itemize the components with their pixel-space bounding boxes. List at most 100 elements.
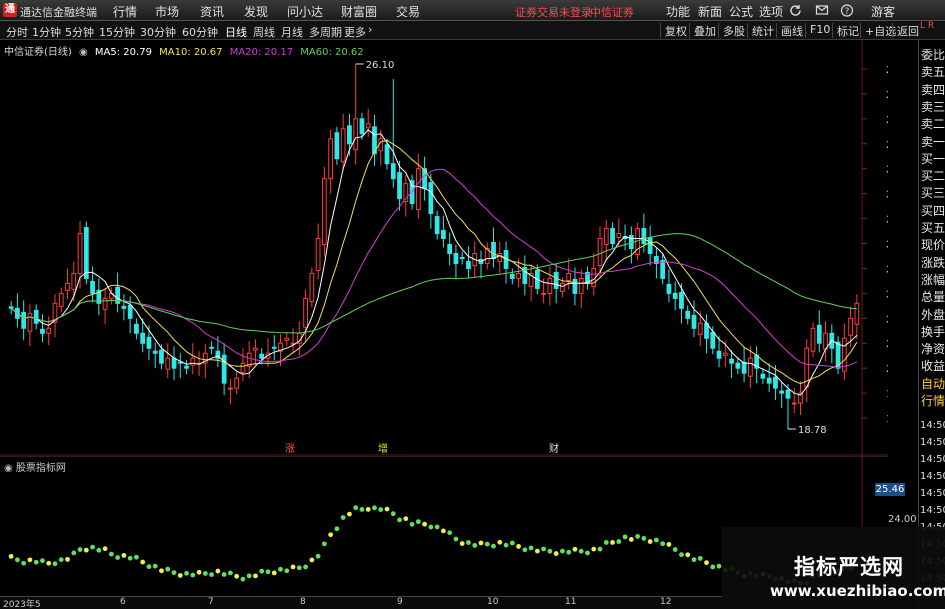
- event-mark[interactable]: 涨: [285, 443, 295, 455]
- candle-body: [171, 357, 177, 369]
- side-panel-item[interactable]: 委比: [921, 46, 945, 63]
- event-mark[interactable]: 增: [378, 442, 388, 455]
- indicator-marker: [691, 557, 697, 563]
- candle-body: [46, 327, 52, 334]
- message-icon[interactable]: [815, 4, 829, 17]
- event-mark[interactable]: 财: [549, 442, 559, 455]
- chevron-right-icon[interactable]: ›: [368, 23, 372, 36]
- menu-item-quotes[interactable]: 行情: [113, 3, 137, 20]
- candle-body: [27, 312, 33, 332]
- side-panel-item[interactable]: 自动: [921, 375, 945, 392]
- period-tab-60min[interactable]: 60分钟: [182, 24, 218, 40]
- candlestick-chart[interactable]: 26.00 25.50 25.00 24.50 24.00 23.50 23.00 22.50…: [0, 40, 888, 456]
- period-tab-5min[interactable]: 5分钟: [65, 24, 94, 40]
- menu-item-ask[interactable]: 问小达: [287, 3, 323, 20]
- side-panel-item[interactable]: 买二: [921, 167, 945, 184]
- candle-body: [340, 128, 346, 163]
- menu-item-new-page[interactable]: 新面: [698, 3, 722, 20]
- legend-toggle-icon[interactable]: ◉: [79, 47, 88, 58]
- indicator-marker: [196, 569, 202, 575]
- login-notice[interactable]: 证券交易未登录: [515, 4, 592, 20]
- side-panel-item[interactable]: 行情: [921, 392, 945, 409]
- f10-button[interactable]: F10: [805, 23, 830, 38]
- candle-body: [321, 178, 327, 246]
- indicator-marker: [597, 546, 603, 552]
- indicator-marker: [278, 566, 283, 572]
- period-tab-monthly[interactable]: 月线: [281, 24, 303, 40]
- side-panel-item[interactable]: 涨跌: [921, 254, 945, 271]
- add-watchlist-button[interactable]: +自选: [860, 23, 896, 38]
- menu-item-options[interactable]: 选项: [759, 3, 783, 20]
- candle-body: [58, 292, 64, 307]
- indicator-marker: [347, 511, 352, 517]
- quote-side-panel: 委比 卖五 卖四 卖三 卖二 卖一 买一 买二 买三 买四 买五 现价 涨跌 涨幅 总量 外盘 换手 净资 收益 自动…: [918, 40, 945, 609]
- indicator-marker: [14, 557, 20, 563]
- side-panel-item[interactable]: 收益: [921, 357, 945, 374]
- side-panel-item[interactable]: 总量: [921, 288, 945, 305]
- indicator-marker: [635, 534, 641, 539]
- legend-ma60: MA60: 20.62: [300, 47, 364, 58]
- candle-body: [134, 323, 139, 334]
- period-tab-intraday[interactable]: 分时: [6, 24, 28, 40]
- candle-body: [810, 327, 816, 352]
- side-panel-item[interactable]: 净资: [921, 340, 945, 357]
- menu-item-guest[interactable]: 游客: [871, 3, 895, 20]
- broker-name[interactable]: 中信证券: [590, 4, 634, 20]
- indicator-marker: [184, 570, 189, 576]
- candle-body: [65, 282, 70, 291]
- side-panel-item[interactable]: 卖二: [921, 115, 945, 132]
- side-panel-item[interactable]: 买五: [921, 219, 945, 236]
- candle-body: [816, 324, 822, 344]
- indicator-marker: [146, 564, 152, 570]
- candle-body: [453, 252, 459, 264]
- y-tick-label: 21.50: [886, 289, 888, 300]
- menu-item-discover[interactable]: 发现: [244, 3, 268, 20]
- indicator-marker: [108, 551, 114, 557]
- menu-item-trade[interactable]: 交易: [396, 3, 420, 20]
- adjust-button[interactable]: 复权: [660, 23, 687, 38]
- lr-toggle[interactable]: L R: [920, 21, 945, 40]
- back-button[interactable]: 返回: [892, 23, 919, 38]
- side-panel-item[interactable]: 卖三: [921, 98, 945, 115]
- help-icon[interactable]: ?: [840, 4, 854, 17]
- candle-body: [791, 402, 797, 405]
- menu-item-function[interactable]: 功能: [666, 3, 690, 20]
- period-tab-1min[interactable]: 1分钟: [32, 24, 61, 40]
- indicator-marker: [603, 540, 609, 545]
- period-tab-more[interactable]: 更多: [344, 24, 366, 40]
- side-panel-item[interactable]: 卖一: [921, 133, 945, 150]
- side-panel-item[interactable]: 买四: [921, 202, 945, 219]
- mark-button[interactable]: 标记: [832, 23, 859, 38]
- side-panel-item[interactable]: 外盘: [921, 306, 945, 323]
- candle-body: [347, 125, 352, 145]
- period-tab-multi[interactable]: 多周期: [309, 24, 342, 40]
- menu-item-wealth[interactable]: 财富圈: [341, 3, 377, 20]
- side-panel-item[interactable]: 卖四: [921, 81, 945, 98]
- indicator-marker: [553, 551, 559, 556]
- side-panel-item[interactable]: 买三: [921, 184, 945, 201]
- candle-body: [240, 362, 246, 373]
- candle-body: [447, 244, 453, 254]
- side-panel-item[interactable]: 涨幅: [921, 271, 945, 288]
- side-panel-item[interactable]: 现价: [921, 236, 945, 253]
- candle-body: [509, 273, 515, 279]
- side-panel-item[interactable]: 换手: [921, 323, 945, 340]
- stats-button[interactable]: 统计: [747, 23, 774, 38]
- refresh-icon[interactable]: [789, 4, 803, 17]
- menu-item-news[interactable]: 资讯: [200, 3, 224, 20]
- y-tick-label: 26.00: [886, 65, 888, 76]
- overlay-button[interactable]: 叠加: [689, 23, 716, 38]
- indicator-marker: [65, 556, 70, 562]
- draw-line-button[interactable]: 画线: [776, 23, 803, 38]
- indicator-icon[interactable]: ◉: [4, 463, 16, 474]
- multi-stock-button[interactable]: 多股: [718, 23, 745, 38]
- period-tab-daily[interactable]: 日线: [225, 24, 247, 40]
- period-tab-weekly[interactable]: 周线: [253, 24, 275, 40]
- indicator-marker: [672, 547, 678, 552]
- period-tab-15min[interactable]: 15分钟: [99, 24, 135, 40]
- menu-item-market[interactable]: 市场: [155, 3, 179, 20]
- side-panel-item[interactable]: 卖五: [921, 63, 945, 80]
- side-panel-item[interactable]: 买一: [921, 150, 945, 167]
- menu-item-formula[interactable]: 公式: [729, 3, 753, 20]
- period-tab-30min[interactable]: 30分钟: [140, 24, 176, 40]
